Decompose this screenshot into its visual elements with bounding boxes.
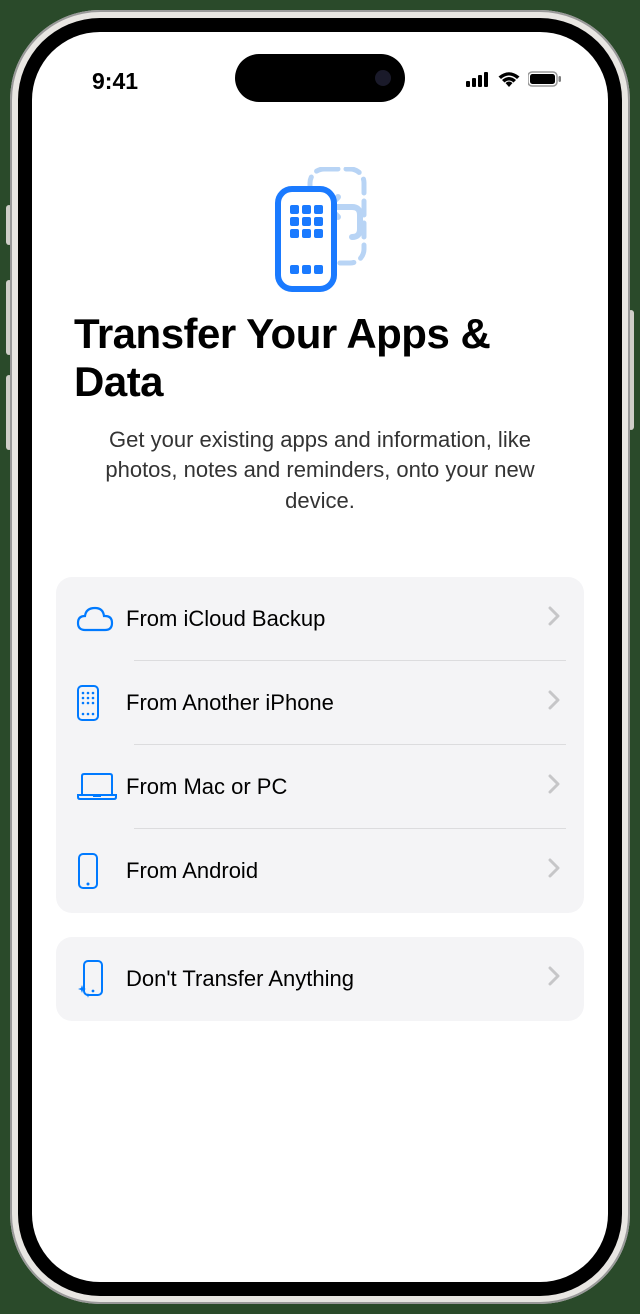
- cloud-icon: [76, 606, 126, 632]
- option-label: Don't Transfer Anything: [126, 966, 548, 992]
- laptop-icon: [76, 773, 126, 801]
- option-label: From Android: [126, 858, 548, 884]
- phone-icon: [76, 852, 126, 890]
- chevron-right-icon: [548, 774, 560, 799]
- status-indicators: [466, 71, 562, 92]
- option-label: From Another iPhone: [126, 690, 548, 716]
- cellular-signal-icon: [466, 71, 490, 92]
- page-subtitle: Get your existing apps and information, …: [32, 425, 608, 517]
- chevron-right-icon: [548, 606, 560, 631]
- page-title: Transfer Your Apps & Data: [32, 310, 608, 407]
- dynamic-island: [235, 54, 405, 102]
- transfer-hero-icon: [260, 162, 380, 302]
- transfer-options-group: From iCloud Backup: [56, 577, 584, 913]
- option-icloud-backup[interactable]: From iCloud Backup: [56, 577, 584, 661]
- chevron-right-icon: [548, 690, 560, 715]
- chevron-right-icon: [548, 858, 560, 883]
- setup-content: Transfer Your Apps & Data Get your exist…: [32, 32, 608, 1282]
- chevron-right-icon: [548, 966, 560, 991]
- phone-sparkle-icon: [76, 959, 126, 999]
- option-dont-transfer[interactable]: Don't Transfer Anything: [56, 937, 584, 1021]
- option-another-iphone[interactable]: From Another iPhone: [56, 661, 584, 745]
- option-label: From iCloud Backup: [126, 606, 548, 632]
- phone-device-frame: 9:41: [10, 10, 630, 1304]
- wifi-icon: [498, 71, 520, 92]
- option-android[interactable]: From Android: [56, 829, 584, 913]
- option-label: From Mac or PC: [126, 774, 548, 800]
- screen: 9:41: [32, 32, 608, 1282]
- option-mac-or-pc[interactable]: From Mac or PC: [56, 745, 584, 829]
- status-time: 9:41: [92, 68, 138, 95]
- iphone-apps-icon: [76, 684, 126, 722]
- battery-icon: [528, 71, 562, 92]
- no-transfer-group: Don't Transfer Anything: [56, 937, 584, 1021]
